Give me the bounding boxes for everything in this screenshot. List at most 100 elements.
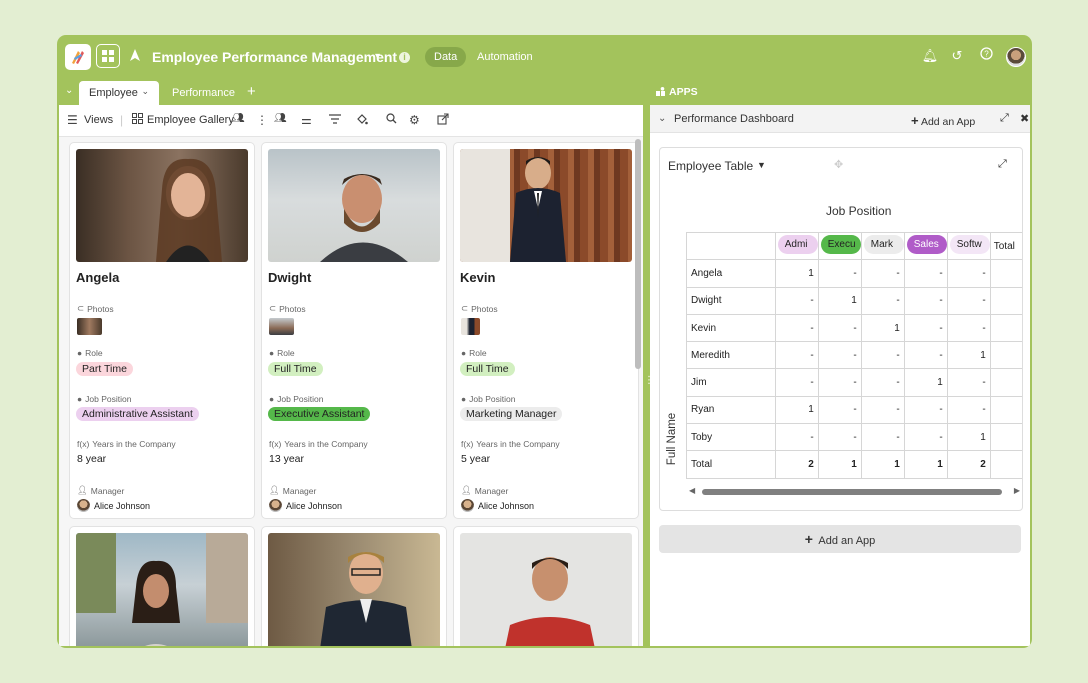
scroll-left-icon[interactable]: ◀ [689,486,695,495]
employee-card[interactable] [261,526,447,646]
people-icon[interactable]: 👥︎ [232,113,245,124]
chevron-down-icon[interactable]: ⌄ [141,86,149,97]
total-cell [989,450,1022,479]
collapse-icon[interactable]: ⌄ [65,85,73,96]
scroll-right-icon[interactable]: ▶ [1014,486,1020,495]
add-tab-icon[interactable]: + [247,83,256,100]
drag-handle-icon[interactable]: ✥ [834,158,843,171]
apps-header: APPS [650,79,1030,105]
adjust-icon[interactable]: ⚌ [301,113,312,127]
app-title[interactable]: Employee Performance Management [152,49,397,65]
tab-performance[interactable]: Performance [172,87,235,99]
employee-card[interactable]: Dwight ⊂ Photos ● Role Full Time ● Job Posi… [261,142,447,519]
column-header[interactable]: Execu [817,232,862,261]
chevron-down-icon[interactable]: ⌄ [658,113,666,124]
group-icon[interactable]: 👥︎ [274,113,287,124]
cell: - [860,423,905,452]
table-horizontal-scrollbar[interactable]: ◀ ▶ [686,486,1020,496]
years-label: f(x) Years in the Company [461,439,560,449]
employee-photo [460,533,632,646]
employee-photo [76,533,248,646]
employee-card[interactable]: Angela ⊂ Photos ● Role Part Time ● Job Posi… [69,142,255,519]
apps-grid-icon[interactable] [96,44,120,68]
views-button[interactable]: Views [84,114,113,126]
cell: - [860,259,905,288]
cell: - [817,341,862,370]
widget-title[interactable]: Employee Table [668,159,753,173]
bell-icon[interactable]: 🔔︎ [921,47,939,65]
cell: - [903,286,948,315]
panel-resize-handle[interactable]: ⋮ [644,375,654,391]
formula-icon: f(x) [461,439,474,449]
column-header[interactable]: Softw [946,232,991,261]
role-label: ● Role [461,348,487,358]
info-icon[interactable]: i [399,52,410,63]
row-label: Angela [686,259,776,288]
gallery-scrollbar[interactable] [635,139,641,369]
chevron-down-icon[interactable]: ▾ [375,51,380,62]
user-icon: 👤︎ [77,485,88,495]
cell: 2 [946,450,991,479]
search-icon[interactable] [386,113,397,127]
add-app-link[interactable]: + Add an App [911,113,975,128]
filter-icon[interactable] [329,113,341,127]
history-icon[interactable]: ↺ [948,47,966,65]
scroll-thumb[interactable] [702,489,1002,495]
menu-icon[interactable]: ☰ [67,113,78,127]
select-icon: ● [269,394,275,404]
cell: 1 [860,450,905,479]
table-row: Meredith - - - - 1 [686,341,1022,370]
photo-thumbnail[interactable] [269,318,294,335]
svg-text:?: ? [984,50,989,59]
job-position-label: ● Job Position [461,394,516,404]
top-bar: Employee Performance Management ▾ i Data… [57,35,1032,79]
photo-thumbnail[interactable] [461,318,480,335]
share-icon[interactable] [437,113,449,128]
column-header-total: Total [989,232,1022,261]
role-label: ● Role [269,348,295,358]
employee-name: Angela [76,270,120,285]
cell: - [946,259,991,288]
app-logo-icon[interactable] [65,44,91,70]
view-toolbar: ☰ Views | Employee Gallery 👥︎ ⋮ 👥︎ ⚌ ⚙ [59,105,643,137]
dashboard-title[interactable]: Performance Dashboard [674,113,794,125]
rocket-icon [127,47,143,68]
select-icon: ● [77,348,83,358]
row-label: Meredith [686,341,776,370]
view-name[interactable]: Employee Gallery [147,114,234,126]
add-app-button[interactable]: + Add an App [659,525,1021,553]
manager-label: 👤︎ Manager [77,485,125,496]
column-header[interactable]: Mark [860,232,905,261]
cell: - [903,313,948,343]
expand-icon[interactable]: ⤢ [1000,112,1009,125]
cell: - [946,368,991,397]
more-icon[interactable]: ⋮ [256,113,268,127]
paint-icon[interactable] [356,113,368,128]
tab-automation[interactable]: Automation [477,51,533,63]
column-header[interactable]: Sales [903,232,948,261]
years-value: 5 year [461,453,491,465]
close-icon[interactable]: ✖ [1020,112,1029,125]
employee-card[interactable] [453,526,639,646]
photo-thumbnail[interactable] [77,318,102,335]
attachment-icon: ⊂ [269,303,277,313]
employee-card[interactable] [69,526,255,646]
employee-card[interactable]: Kevin ⊂ Photos ● Role Full Time ● Job Posit… [453,142,639,519]
column-header[interactable]: Admi [774,232,819,261]
user-avatar[interactable] [1006,47,1026,67]
years-value: 8 year [77,453,107,465]
cell: - [903,423,948,452]
help-icon[interactable]: ? [977,47,995,65]
cell: - [817,423,862,452]
tab-data[interactable]: Data [425,47,467,67]
employee-photo [268,533,440,646]
cell: - [774,368,819,397]
caret-down-icon[interactable]: ▼ [757,160,766,170]
gear-icon[interactable]: ⚙ [409,113,420,127]
photos-label: ⊂ Photos [269,303,306,314]
expand-icon[interactable]: ⤢ [998,158,1007,171]
apps-panel: APPS ⌄ Performance Dashboard + Add an Ap… [650,79,1030,646]
total-cell [989,259,1022,288]
cell: 1 [946,423,991,452]
tab-employee[interactable]: Employee ⌄ [79,81,159,105]
